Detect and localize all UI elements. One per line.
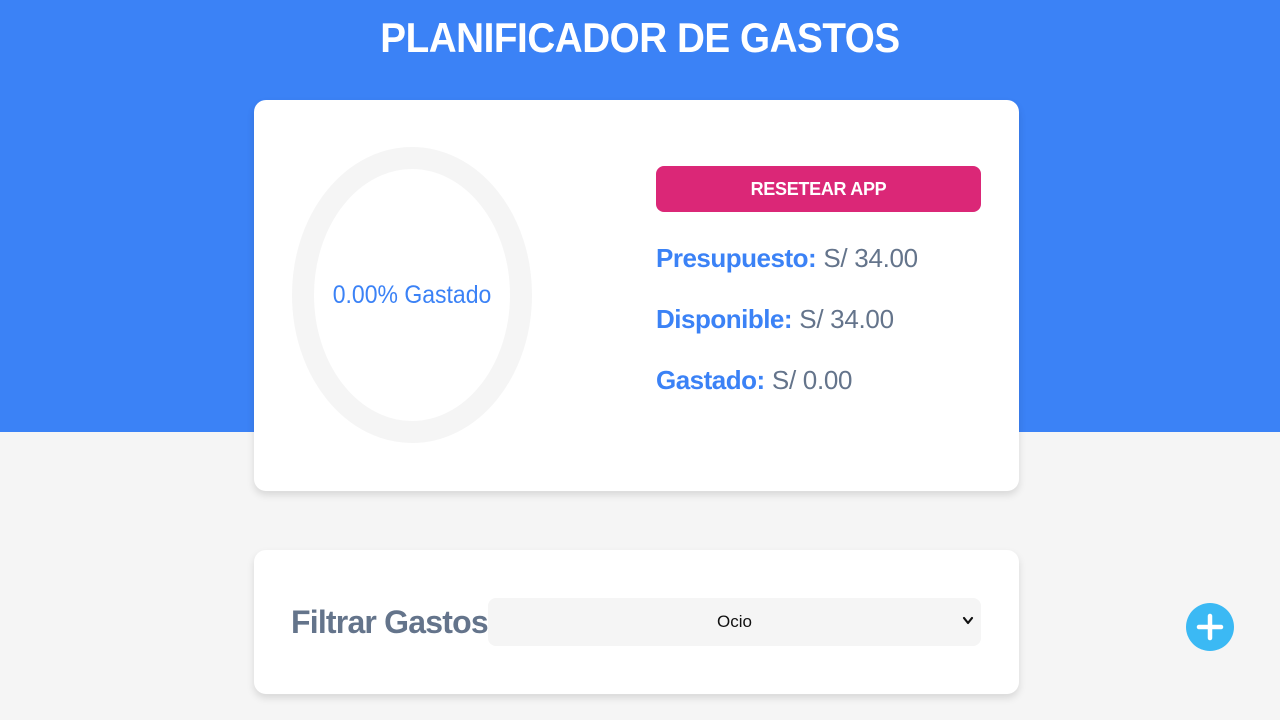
gastado-stat: Gastado: S/ 0.00 [656, 365, 853, 396]
filter-card: Filtrar Gastos Ocio [254, 550, 1019, 694]
disponible-value: S/ 34.00 [799, 304, 894, 334]
chevron-down-icon [962, 616, 974, 625]
disponible-stat: Disponible: S/ 34.00 [656, 304, 894, 335]
disponible-label: Disponible: [656, 304, 793, 334]
page-title: PLANIFICADOR DE GASTOS [380, 14, 900, 61]
gastado-value: S/ 0.00 [771, 365, 853, 395]
percent-spent-label: 0.00% Gastado [332, 280, 492, 309]
gastado-label: Gastado: [656, 365, 765, 395]
presupuesto-value: S/ 34.00 [823, 243, 918, 273]
category-filter-select[interactable]: Ocio [488, 598, 981, 646]
selected-category: Ocio [717, 612, 752, 631]
progress-ring: 0.00% Gastado [292, 146, 532, 444]
budget-card: 0.00% Gastado RESETEAR APP Presupuesto: … [254, 100, 1019, 491]
reset-app-button[interactable]: RESETEAR APP [656, 166, 981, 212]
filter-label: Filtrar Gastos [291, 604, 489, 640]
presupuesto-label: Presupuesto: [656, 243, 817, 273]
add-expense-button[interactable] [1186, 603, 1234, 651]
presupuesto-stat: Presupuesto: S/ 34.00 [656, 243, 918, 274]
plus-icon [1196, 613, 1224, 641]
